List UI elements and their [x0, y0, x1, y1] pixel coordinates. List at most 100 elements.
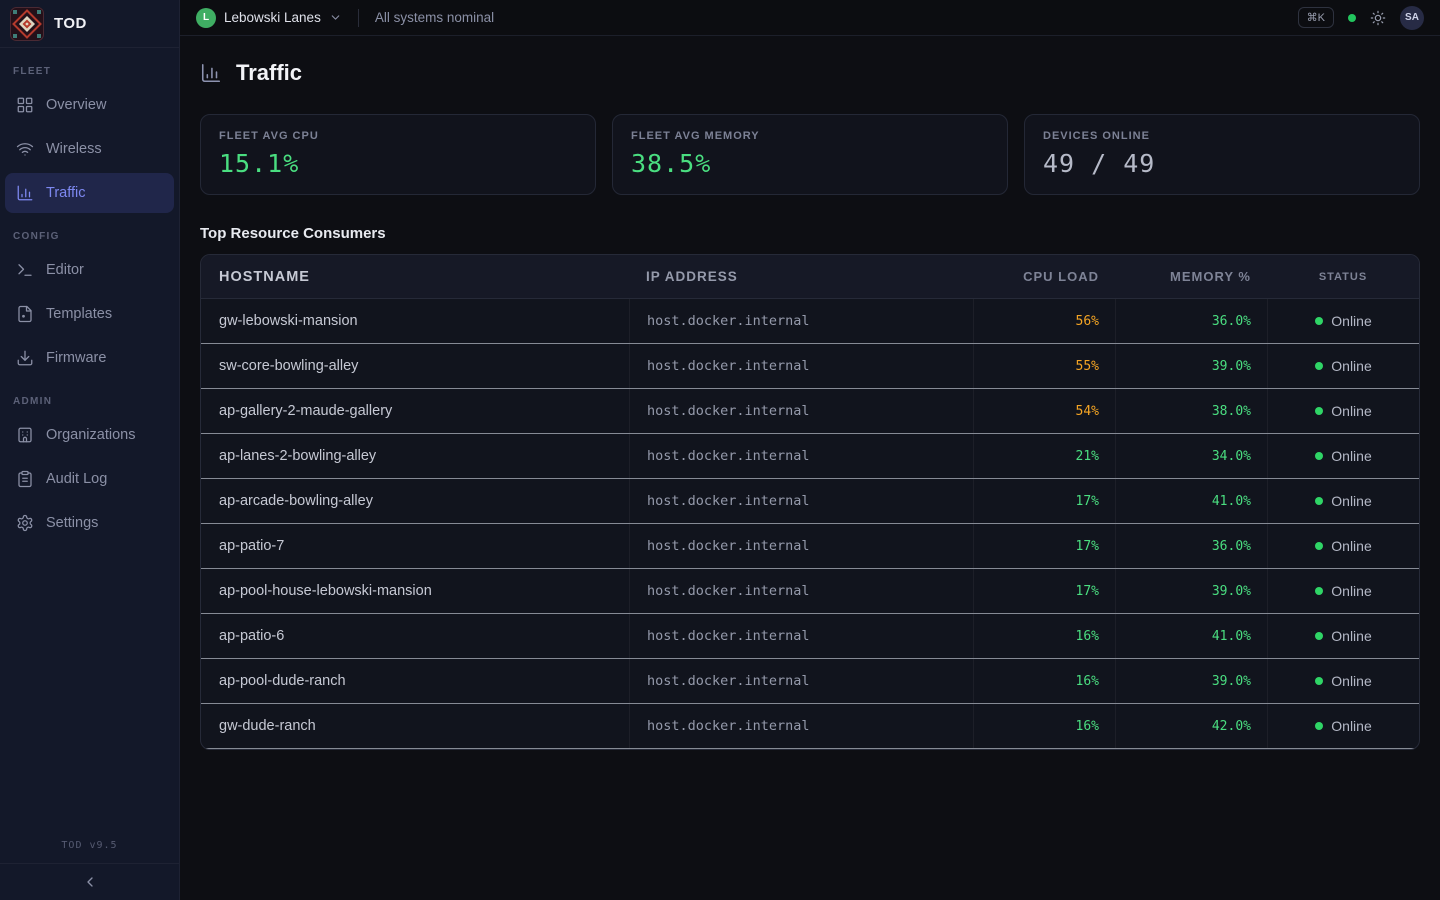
- sidebar-item-templates[interactable]: Templates: [5, 294, 174, 334]
- ip-cell: host.docker.internal: [629, 614, 973, 658]
- status-cell: Online: [1267, 659, 1419, 703]
- top-consumers-table: HOSTNAME IP ADDRESS CPU LOAD MEMORY % ST…: [200, 254, 1420, 750]
- sidebar-item-label: Templates: [46, 306, 112, 322]
- hostname-cell: sw-core-bowling-alley: [201, 344, 629, 388]
- header-divider: [358, 9, 359, 27]
- app-root: TOD FLEET Overview Wireless Traffic CONF…: [0, 0, 1440, 900]
- cpu-cell: 16%: [973, 659, 1115, 703]
- sidebar-item-editor[interactable]: Editor: [5, 250, 174, 290]
- status-label: Online: [1331, 718, 1371, 734]
- user-avatar[interactable]: SA: [1400, 6, 1424, 30]
- memory-cell: 34.0%: [1115, 434, 1267, 478]
- stat-value: 49 / 49: [1043, 149, 1401, 178]
- status-label: Online: [1331, 358, 1371, 374]
- cpu-cell: 56%: [973, 299, 1115, 343]
- stat-value: 15.1%: [219, 149, 577, 178]
- table-row[interactable]: ap-pool-dude-ranch host.docker.internal …: [201, 659, 1419, 704]
- sidebar-item-overview[interactable]: Overview: [5, 85, 174, 125]
- stat-card-fleet-avg-cpu: FLEET AVG CPU 15.1%: [200, 114, 596, 195]
- memory-cell: 39.0%: [1115, 569, 1267, 613]
- ip-cell: host.docker.internal: [629, 659, 973, 703]
- stat-card-devices-online: DEVICES ONLINE 49 / 49: [1024, 114, 1420, 195]
- column-header-hostname: HOSTNAME: [201, 255, 629, 298]
- status-cell: Online: [1267, 389, 1419, 433]
- hostname-cell: ap-pool-dude-ranch: [201, 659, 629, 703]
- sidebar: TOD FLEET Overview Wireless Traffic CONF…: [0, 0, 180, 900]
- sidebar-item-label: Organizations: [46, 427, 135, 443]
- column-header-status: STATUS: [1267, 255, 1419, 298]
- cpu-cell: 16%: [973, 704, 1115, 748]
- hostname-cell: ap-gallery-2-maude-gallery: [201, 389, 629, 433]
- chevron-left-icon: [82, 874, 98, 890]
- gear-icon: [16, 514, 34, 532]
- status-dot-icon: [1315, 452, 1323, 460]
- sidebar-item-audit-log[interactable]: Audit Log: [5, 459, 174, 499]
- stat-label: DEVICES ONLINE: [1043, 130, 1401, 142]
- app-logo-row: TOD: [0, 0, 179, 48]
- memory-cell: 36.0%: [1115, 524, 1267, 568]
- table-header-row: HOSTNAME IP ADDRESS CPU LOAD MEMORY % ST…: [201, 255, 1419, 299]
- table-row[interactable]: ap-lanes-2-bowling-alley host.docker.int…: [201, 434, 1419, 479]
- cpu-cell: 17%: [973, 479, 1115, 523]
- nav-section-config: CONFIG: [13, 231, 174, 242]
- ip-cell: host.docker.internal: [629, 299, 973, 343]
- table-row[interactable]: ap-arcade-bowling-alley host.docker.inte…: [201, 479, 1419, 524]
- table-row[interactable]: ap-patio-6 host.docker.internal 16% 41.0…: [201, 614, 1419, 659]
- sidebar-item-label: Editor: [46, 262, 84, 278]
- theme-toggle-button[interactable]: [1370, 10, 1386, 26]
- table-row[interactable]: ap-patio-7 host.docker.internal 17% 36.0…: [201, 524, 1419, 569]
- ip-cell: host.docker.internal: [629, 344, 973, 388]
- memory-cell: 38.0%: [1115, 389, 1267, 433]
- status-cell: Online: [1267, 479, 1419, 523]
- bar-chart-icon: [200, 62, 222, 84]
- sidebar-item-organizations[interactable]: Organizations: [5, 415, 174, 455]
- sun-icon: [1370, 10, 1386, 26]
- sidebar-collapse-button[interactable]: [0, 863, 179, 900]
- app-logo-icon: [10, 7, 44, 41]
- bar-chart-icon: [16, 184, 34, 202]
- command-palette-button[interactable]: ⌘K: [1298, 7, 1334, 28]
- org-avatar: L: [196, 8, 216, 28]
- page-title: Traffic: [236, 60, 302, 86]
- table-row[interactable]: gw-lebowski-mansion host.docker.internal…: [201, 299, 1419, 344]
- sidebar-item-settings[interactable]: Settings: [5, 503, 174, 543]
- sidebar-item-label: Settings: [46, 515, 98, 531]
- system-status-text: All systems nominal: [375, 10, 494, 25]
- sidebar-item-firmware[interactable]: Firmware: [5, 338, 174, 378]
- status-dot-icon: [1315, 632, 1323, 640]
- table-row[interactable]: ap-gallery-2-maude-gallery host.docker.i…: [201, 389, 1419, 434]
- status-cell: Online: [1267, 434, 1419, 478]
- main-area: L Lebowski Lanes All systems nominal ⌘K …: [180, 0, 1440, 900]
- sidebar-item-label: Wireless: [46, 141, 102, 157]
- status-label: Online: [1331, 538, 1371, 554]
- table-row[interactable]: gw-dude-ranch host.docker.internal 16% 4…: [201, 704, 1419, 749]
- stat-label: FLEET AVG MEMORY: [631, 130, 989, 142]
- table-section-title: Top Resource Consumers: [200, 225, 1420, 242]
- sidebar-item-label: Overview: [46, 97, 106, 113]
- memory-cell: 41.0%: [1115, 479, 1267, 523]
- org-switcher[interactable]: L Lebowski Lanes: [196, 8, 342, 28]
- table-row[interactable]: ap-pool-house-lebowski-mansion host.dock…: [201, 569, 1419, 614]
- top-bar: L Lebowski Lanes All systems nominal ⌘K …: [180, 0, 1440, 36]
- sidebar-item-traffic[interactable]: Traffic: [5, 173, 174, 213]
- table-row[interactable]: sw-core-bowling-alley host.docker.intern…: [201, 344, 1419, 389]
- status-dot-icon: [1315, 587, 1323, 595]
- status-cell: Online: [1267, 569, 1419, 613]
- sidebar-item-wireless[interactable]: Wireless: [5, 129, 174, 169]
- cpu-cell: 16%: [973, 614, 1115, 658]
- cpu-cell: 54%: [973, 389, 1115, 433]
- memory-cell: 41.0%: [1115, 614, 1267, 658]
- cpu-cell: 17%: [973, 569, 1115, 613]
- cpu-cell: 17%: [973, 524, 1115, 568]
- wifi-icon: [16, 140, 34, 158]
- stat-cards: FLEET AVG CPU 15.1% FLEET AVG MEMORY 38.…: [200, 114, 1420, 195]
- status-dot-icon: [1315, 677, 1323, 685]
- memory-cell: 42.0%: [1115, 704, 1267, 748]
- sidebar-nav: FLEET Overview Wireless Traffic CONFIG E…: [0, 48, 179, 547]
- sidebar-item-label: Audit Log: [46, 471, 107, 487]
- org-name: Lebowski Lanes: [224, 10, 321, 25]
- ip-cell: host.docker.internal: [629, 479, 973, 523]
- stat-card-fleet-avg-memory: FLEET AVG MEMORY 38.5%: [612, 114, 1008, 195]
- hostname-cell: gw-dude-ranch: [201, 704, 629, 748]
- app-name: TOD: [54, 15, 87, 32]
